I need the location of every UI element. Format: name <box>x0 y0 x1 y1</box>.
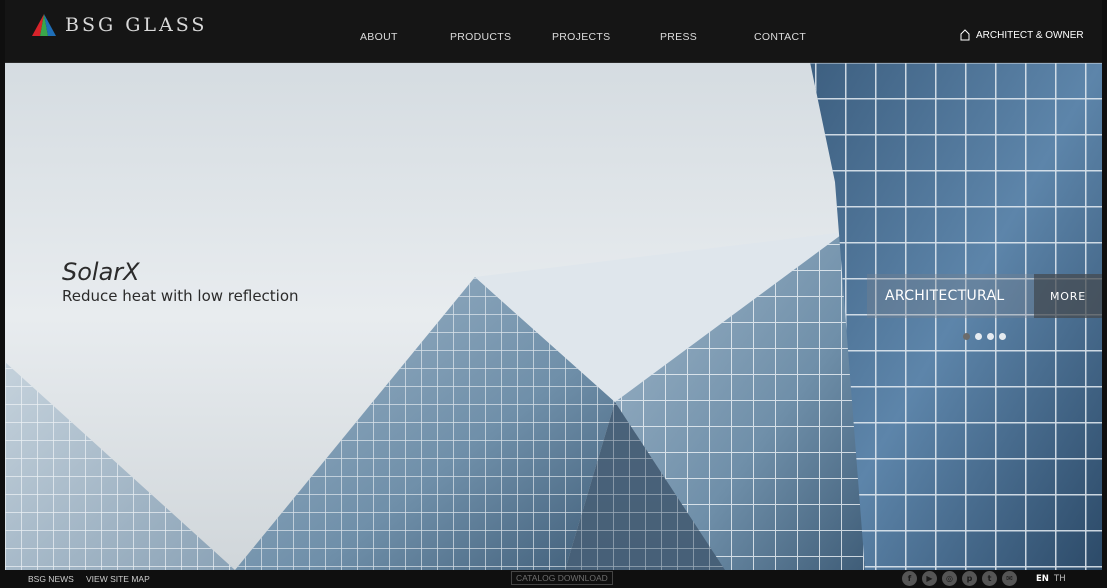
language-en[interactable]: EN <box>1036 574 1049 584</box>
slide-dot-3[interactable] <box>987 333 994 340</box>
youtube-icon[interactable]: ▶ <box>922 571 937 586</box>
top-navigation-bar: BSG GLASS ABOUT PRODUCTS PROJECTS PRESS … <box>5 0 1102 63</box>
nav-item-about[interactable]: ABOUT <box>360 31 398 43</box>
bsg-news-link[interactable]: BSG NEWS <box>28 574 74 584</box>
nav-item-press[interactable]: PRESS <box>660 31 697 43</box>
pinterest-icon[interactable]: p <box>962 571 977 586</box>
footer-bar: BSG NEWS VIEW SITE MAP CATALOG DOWNLOAD … <box>5 570 1102 588</box>
brand-logo-link[interactable]: BSG GLASS <box>32 14 207 36</box>
home-icon <box>960 29 970 41</box>
slide-dot-2[interactable] <box>975 333 982 340</box>
twitter-icon[interactable]: t <box>982 571 997 586</box>
architect-owner-label: ARCHITECT & OWNER <box>976 29 1084 41</box>
hero-headline: SolarX Reduce heat with low reflection <box>62 257 299 305</box>
hero-banner: SolarX Reduce heat with low reflection A… <box>5 62 1102 570</box>
social-links: f ▶ ◎ p t ✉ <box>902 571 1017 586</box>
more-button[interactable]: MORE <box>1034 274 1102 318</box>
facebook-icon[interactable]: f <box>902 571 917 586</box>
product-tagline: Reduce heat with low reflection <box>62 287 299 305</box>
nav-item-projects[interactable]: PROJECTS <box>552 31 610 43</box>
product-title: SolarX <box>62 258 140 286</box>
email-icon[interactable]: ✉ <box>1002 571 1017 586</box>
language-th[interactable]: TH <box>1054 574 1066 584</box>
slide-dot-4[interactable] <box>999 333 1006 340</box>
page-frame: BSG GLASS ABOUT PRODUCTS PROJECTS PRESS … <box>5 0 1102 588</box>
catalog-download-button[interactable]: CATALOG DOWNLOAD <box>511 571 613 585</box>
instagram-icon[interactable]: ◎ <box>942 571 957 586</box>
architect-owner-link[interactable]: ARCHITECT & OWNER <box>960 29 1084 41</box>
nav-item-products[interactable]: PRODUCTS <box>450 31 511 43</box>
brand-name: BSG GLASS <box>65 14 208 36</box>
slide-dot-1[interactable] <box>963 333 970 340</box>
slide-indicators <box>963 333 1006 340</box>
logo-triangle-icon <box>32 14 56 36</box>
nav-item-contact[interactable]: CONTACT <box>754 31 806 43</box>
category-label: ARCHITECTURAL <box>885 288 1005 304</box>
site-map-link[interactable]: VIEW SITE MAP <box>86 574 150 584</box>
